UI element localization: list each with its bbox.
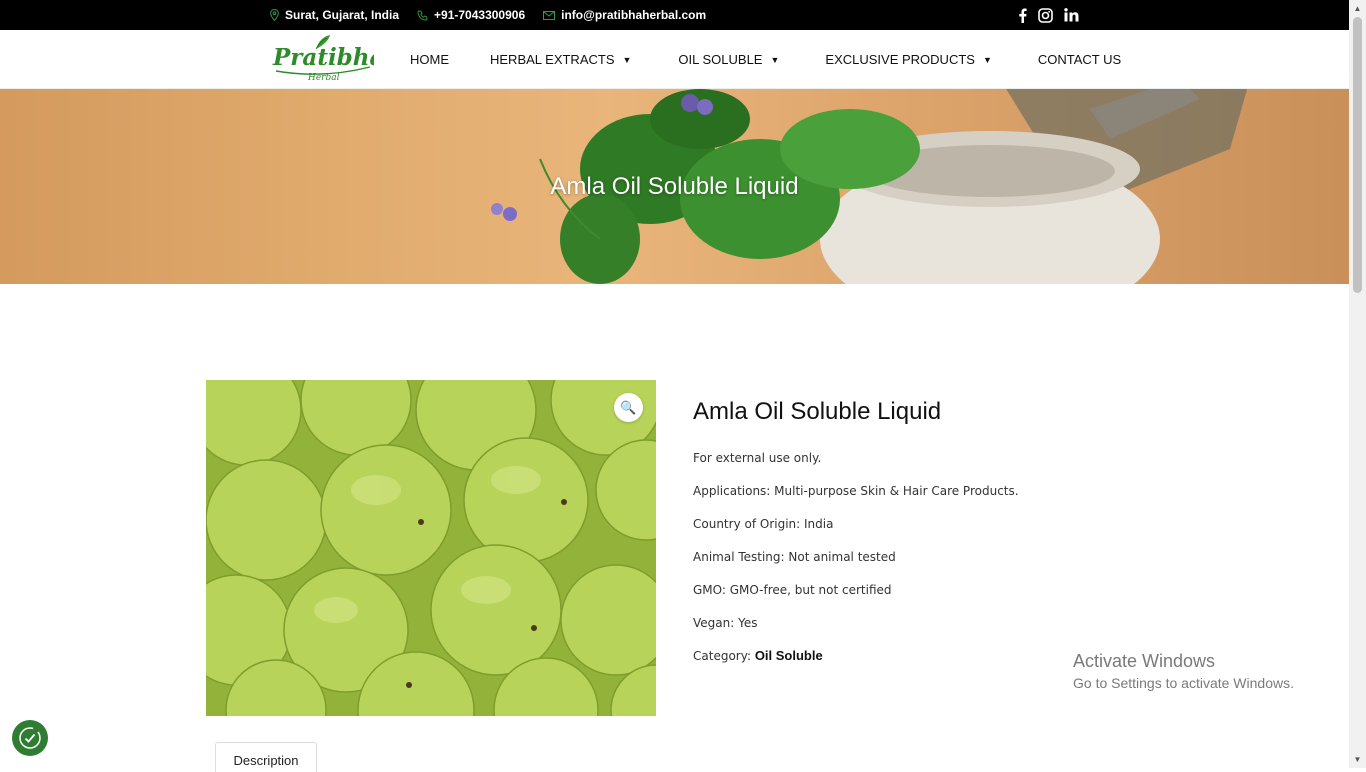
svg-text:Herbal: Herbal <box>307 73 340 83</box>
cookie-check-icon <box>19 727 41 749</box>
location-text: Surat, Gujarat, India <box>285 8 400 22</box>
nav-herbal-extracts[interactable]: HERBAL EXTRACTS ▼ <box>490 52 631 67</box>
scroll-up-arrow-icon[interactable]: ▲ <box>1349 0 1366 17</box>
zoom-button[interactable]: 🔍 <box>614 393 643 422</box>
phone-text: +91-7043300906 <box>434 8 526 22</box>
watermark-line-2: Go to Settings to activate Windows. <box>1073 675 1294 691</box>
facebook-icon[interactable] <box>1018 8 1027 23</box>
site-logo[interactable]: Pratibha Herbal <box>272 33 384 85</box>
email-text: info@pratibhaherbal.com <box>561 8 707 22</box>
nav-contact-us[interactable]: CONTACT US <box>1038 52 1121 67</box>
page-banner: Amla Oil Soluble Liquid <box>0 89 1349 284</box>
nav-oil-soluble-label: OIL SOLUBLE <box>678 52 763 67</box>
chevron-down-icon: ▼ <box>982 54 992 65</box>
nav-oil-soluble[interactable]: OIL SOLUBLE ▼ <box>678 52 779 67</box>
email-icon <box>543 10 556 20</box>
nav-home[interactable]: HOME <box>410 52 449 67</box>
site-header: Pratibha Herbal HOME HERBAL EXTRACTS ▼ O… <box>0 30 1349 89</box>
category-label: Category: <box>693 649 751 663</box>
vertical-scrollbar[interactable]: ▲ ▼ <box>1349 0 1366 768</box>
product-detail-line: Vegan: Yes <box>693 616 758 630</box>
product-detail-line: Applications: Multi-purpose Skin & Hair … <box>693 484 1019 498</box>
windows-activation-watermark: Activate Windows Go to Settings to activ… <box>1073 651 1294 691</box>
location-item: Surat, Gujarat, India <box>270 8 399 22</box>
product-detail-line: For external use only. <box>693 451 822 465</box>
instagram-icon[interactable] <box>1038 7 1053 23</box>
product-summary: Amla Oil Soluble Liquid For external use… <box>693 398 1293 681</box>
phone-icon <box>417 10 428 20</box>
social-links <box>1018 0 1090 30</box>
svg-text:Pratibha: Pratibha <box>272 44 374 71</box>
category-link[interactable]: Oil Soluble <box>755 648 823 663</box>
linkedin-icon[interactable] <box>1064 8 1079 22</box>
chevron-down-icon: ▼ <box>622 54 632 65</box>
amla-fruit-image <box>206 380 656 716</box>
product-image[interactable] <box>206 380 656 716</box>
product-detail-line: GMO: GMO-free, but not certified <box>693 583 892 597</box>
scrollbar-thumb[interactable] <box>1353 17 1362 293</box>
scroll-down-arrow-icon[interactable]: ▼ <box>1349 751 1366 768</box>
nav-exclusive-products[interactable]: EXCLUSIVE PRODUCTS ▼ <box>825 52 991 67</box>
banner-title: Amla Oil Soluble Liquid <box>550 173 799 200</box>
product-detail-line: Country of Origin: India <box>693 517 834 531</box>
chevron-down-icon: ▼ <box>770 54 780 65</box>
nav-exclusive-products-label: EXCLUSIVE PRODUCTS <box>825 52 975 67</box>
top-bar: Surat, Gujarat, India +91-7043300906 inf… <box>0 0 1349 30</box>
product-title: Amla Oil Soluble Liquid <box>693 398 942 425</box>
email-item[interactable]: info@pratibhaherbal.com <box>543 8 706 22</box>
main-nav: HOME HERBAL EXTRACTS ▼ OIL SOLUBLE ▼ EXC… <box>410 30 1121 89</box>
nav-home-label: HOME <box>410 52 449 67</box>
nav-contact-us-label: CONTACT US <box>1037 52 1122 67</box>
contact-info: Surat, Gujarat, India +91-7043300906 inf… <box>270 0 724 30</box>
magnifier-icon: 🔍 <box>620 399 637 415</box>
nav-herbal-extracts-label: HERBAL EXTRACTS <box>490 52 615 67</box>
watermark-line-1: Activate Windows <box>1073 651 1216 671</box>
product-detail-line: Animal Testing: Not animal tested <box>693 550 896 564</box>
cookie-consent-button[interactable] <box>12 720 48 756</box>
phone-item[interactable]: +91-7043300906 <box>417 8 525 22</box>
location-pin-icon <box>270 9 279 21</box>
